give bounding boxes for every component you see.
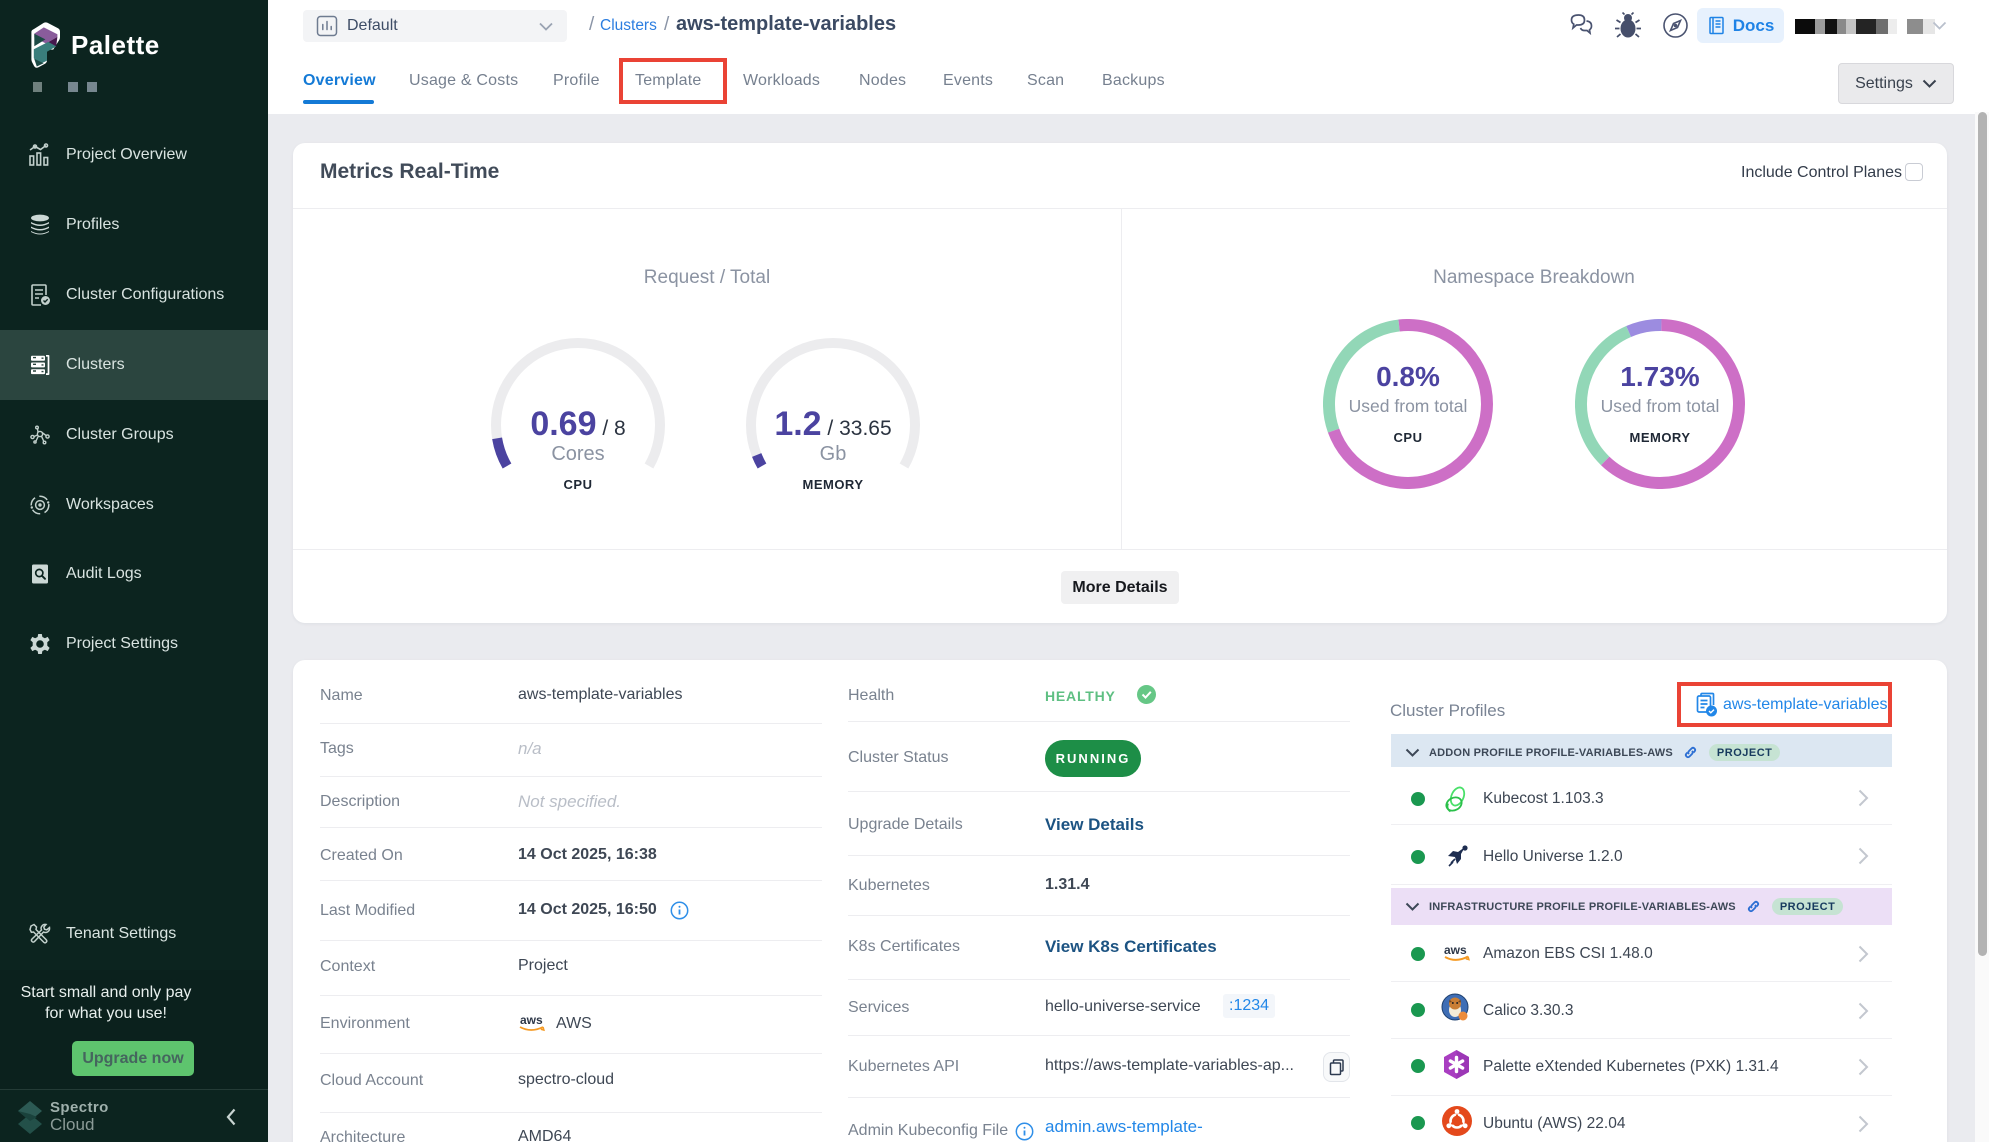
svg-text:aws: aws xyxy=(1444,943,1467,957)
svg-text:aws: aws xyxy=(520,1013,543,1027)
